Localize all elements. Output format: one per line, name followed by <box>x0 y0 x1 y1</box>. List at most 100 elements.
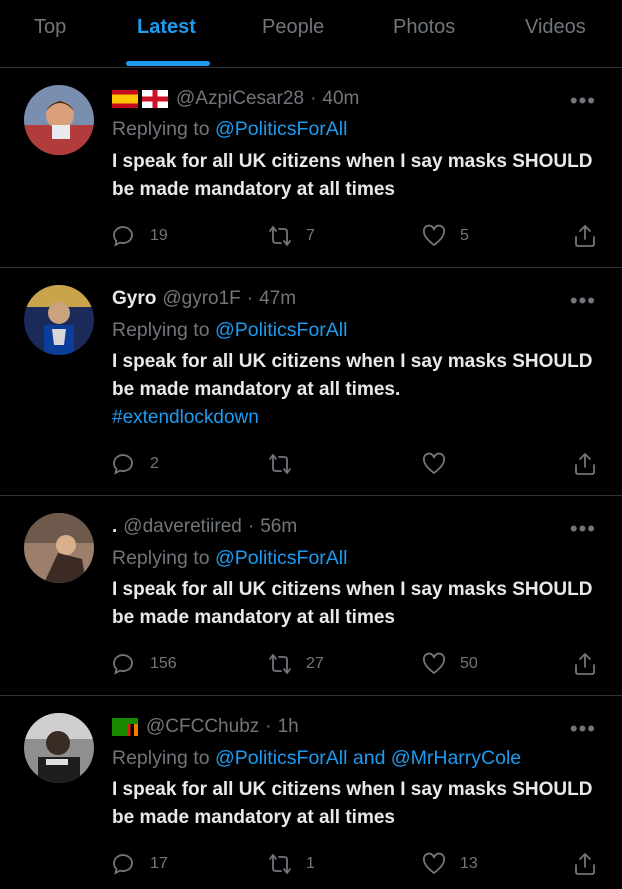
tab-people[interactable]: People <box>262 16 324 39</box>
avatar[interactable] <box>24 85 94 155</box>
more-horizontal-icon[interactable]: ••• <box>570 290 596 312</box>
tweet[interactable]: @CFCChubz · 1h ••• Replying to @Politics… <box>0 696 622 889</box>
retweet-icon <box>269 226 291 246</box>
mention-link[interactable]: @PoliticsForAll <box>215 547 347 569</box>
tab-latest[interactable]: Latest <box>137 16 196 39</box>
tweet-text: I speak for all UK citizens when I say m… <box>112 351 593 400</box>
mention-link[interactable]: @PoliticsForAll <box>215 747 347 769</box>
share-button[interactable] <box>573 224 611 248</box>
like-count: 13 <box>460 855 478 872</box>
replying-to-label: Replying to <box>112 319 215 341</box>
retweet-icon <box>269 654 291 674</box>
retweet-icon <box>269 854 291 874</box>
active-tab-indicator <box>126 61 210 66</box>
share-icon <box>575 225 595 247</box>
retweet-count: 27 <box>306 655 324 672</box>
more-horizontal-icon[interactable]: ••• <box>570 518 596 540</box>
tweet-time[interactable]: 56m <box>260 516 297 538</box>
tweet-time[interactable]: 47m <box>259 288 296 310</box>
replying-to-label: Replying to <box>112 747 215 769</box>
replying-to: Replying to @PoliticsForAll <box>112 118 347 141</box>
reply-count: 17 <box>150 855 168 872</box>
reply-button[interactable]: 2 <box>112 452 159 476</box>
tweet-text: I speak for all UK citizens when I say m… <box>112 579 593 628</box>
more-horizontal-icon[interactable]: ••• <box>570 718 596 740</box>
tweet-text: I speak for all UK citizens when I say m… <box>112 151 593 200</box>
reply-button[interactable]: 156 <box>112 652 177 676</box>
share-icon <box>575 653 595 675</box>
retweet-button[interactable] <box>268 452 306 476</box>
england-flag-icon <box>142 90 168 108</box>
like-count: 5 <box>460 227 469 244</box>
more-horizontal-icon[interactable]: ••• <box>570 90 596 112</box>
tweet[interactable]: Gyro @gyro1F · 47m ••• Replying to @Poli… <box>0 268 622 496</box>
tweet-time[interactable]: 40m <box>322 88 359 110</box>
reply-count: 19 <box>150 227 168 244</box>
separator-dot: · <box>246 288 254 309</box>
tab-photos[interactable]: Photos <box>393 16 455 39</box>
replying-to-label: Replying to <box>112 118 215 140</box>
mention-joiner: and <box>347 747 391 769</box>
hashtag-link[interactable]: #extendlockdown <box>112 407 259 429</box>
replying-to: Replying to @PoliticsForAll <box>112 319 347 342</box>
share-button[interactable] <box>573 852 611 876</box>
mention-link[interactable]: @PoliticsForAll <box>215 118 347 140</box>
like-button[interactable]: 50 <box>422 652 478 676</box>
retweet-button[interactable]: 7 <box>268 224 315 248</box>
retweet-count: 1 <box>306 855 315 872</box>
reply-button[interactable]: 19 <box>112 224 168 248</box>
display-name[interactable]: Gyro <box>112 288 156 310</box>
replying-to: Replying to @PoliticsForAll <box>112 547 347 570</box>
user-handle[interactable]: @CFCChubz <box>146 716 259 738</box>
like-icon <box>422 852 446 874</box>
like-icon <box>422 452 446 474</box>
tweet-header: @CFCChubz · 1h <box>112 716 299 738</box>
tweet[interactable]: @AzpiCesar28 · 40m ••• Replying to @Poli… <box>0 68 622 268</box>
display-name[interactable]: . <box>112 516 117 538</box>
replying-to: Replying to @PoliticsForAll and @MrHarry… <box>112 747 521 770</box>
separator-dot: · <box>247 516 255 537</box>
reply-count: 156 <box>150 655 177 672</box>
avatar[interactable] <box>24 513 94 583</box>
tweet-header: Gyro @gyro1F · 47m <box>112 288 296 310</box>
reply-icon <box>113 854 133 875</box>
user-handle[interactable]: @AzpiCesar28 <box>176 88 304 110</box>
mention-link[interactable]: @MrHarryCole <box>391 747 521 769</box>
spain-flag-icon <box>112 90 138 108</box>
like-count: 50 <box>460 655 478 672</box>
like-button[interactable]: 13 <box>422 852 478 876</box>
retweet-button[interactable]: 1 <box>268 852 315 876</box>
reply-icon <box>113 226 133 247</box>
avatar[interactable] <box>24 713 94 783</box>
like-button[interactable]: 5 <box>422 224 469 248</box>
like-icon <box>422 224 446 246</box>
retweet-count: 7 <box>306 227 315 244</box>
replying-to-label: Replying to <box>112 547 215 569</box>
zambia-flag-icon <box>112 718 138 736</box>
search-tabs: Top Latest People Photos Videos <box>0 0 622 68</box>
tweet-header: . @daveretiired · 56m <box>112 516 297 538</box>
like-button[interactable] <box>422 452 460 476</box>
retweet-icon <box>269 454 291 474</box>
avatar[interactable] <box>24 285 94 355</box>
share-icon <box>575 853 595 875</box>
tweet-header: @AzpiCesar28 · 40m <box>112 88 359 110</box>
reply-button[interactable]: 17 <box>112 852 168 876</box>
share-button[interactable] <box>573 452 611 476</box>
tweet-time[interactable]: 1h <box>278 716 299 738</box>
separator-dot: · <box>310 88 317 109</box>
retweet-button[interactable]: 27 <box>268 652 324 676</box>
reply-count: 2 <box>150 455 159 472</box>
user-handle[interactable]: @daveretiired <box>123 516 242 538</box>
share-icon <box>575 453 595 475</box>
tab-top[interactable]: Top <box>34 16 66 39</box>
mention-link[interactable]: @PoliticsForAll <box>215 319 347 341</box>
reply-icon <box>113 654 133 675</box>
share-button[interactable] <box>573 652 611 676</box>
tweet[interactable]: . @daveretiired · 56m ••• Replying to @P… <box>0 496 622 696</box>
separator-dot: · <box>265 716 272 737</box>
tab-videos[interactable]: Videos <box>525 16 586 39</box>
tweet-text: I speak for all UK citizens when I say m… <box>112 779 593 828</box>
reply-icon <box>113 454 133 475</box>
user-handle[interactable]: @gyro1F <box>162 288 240 310</box>
